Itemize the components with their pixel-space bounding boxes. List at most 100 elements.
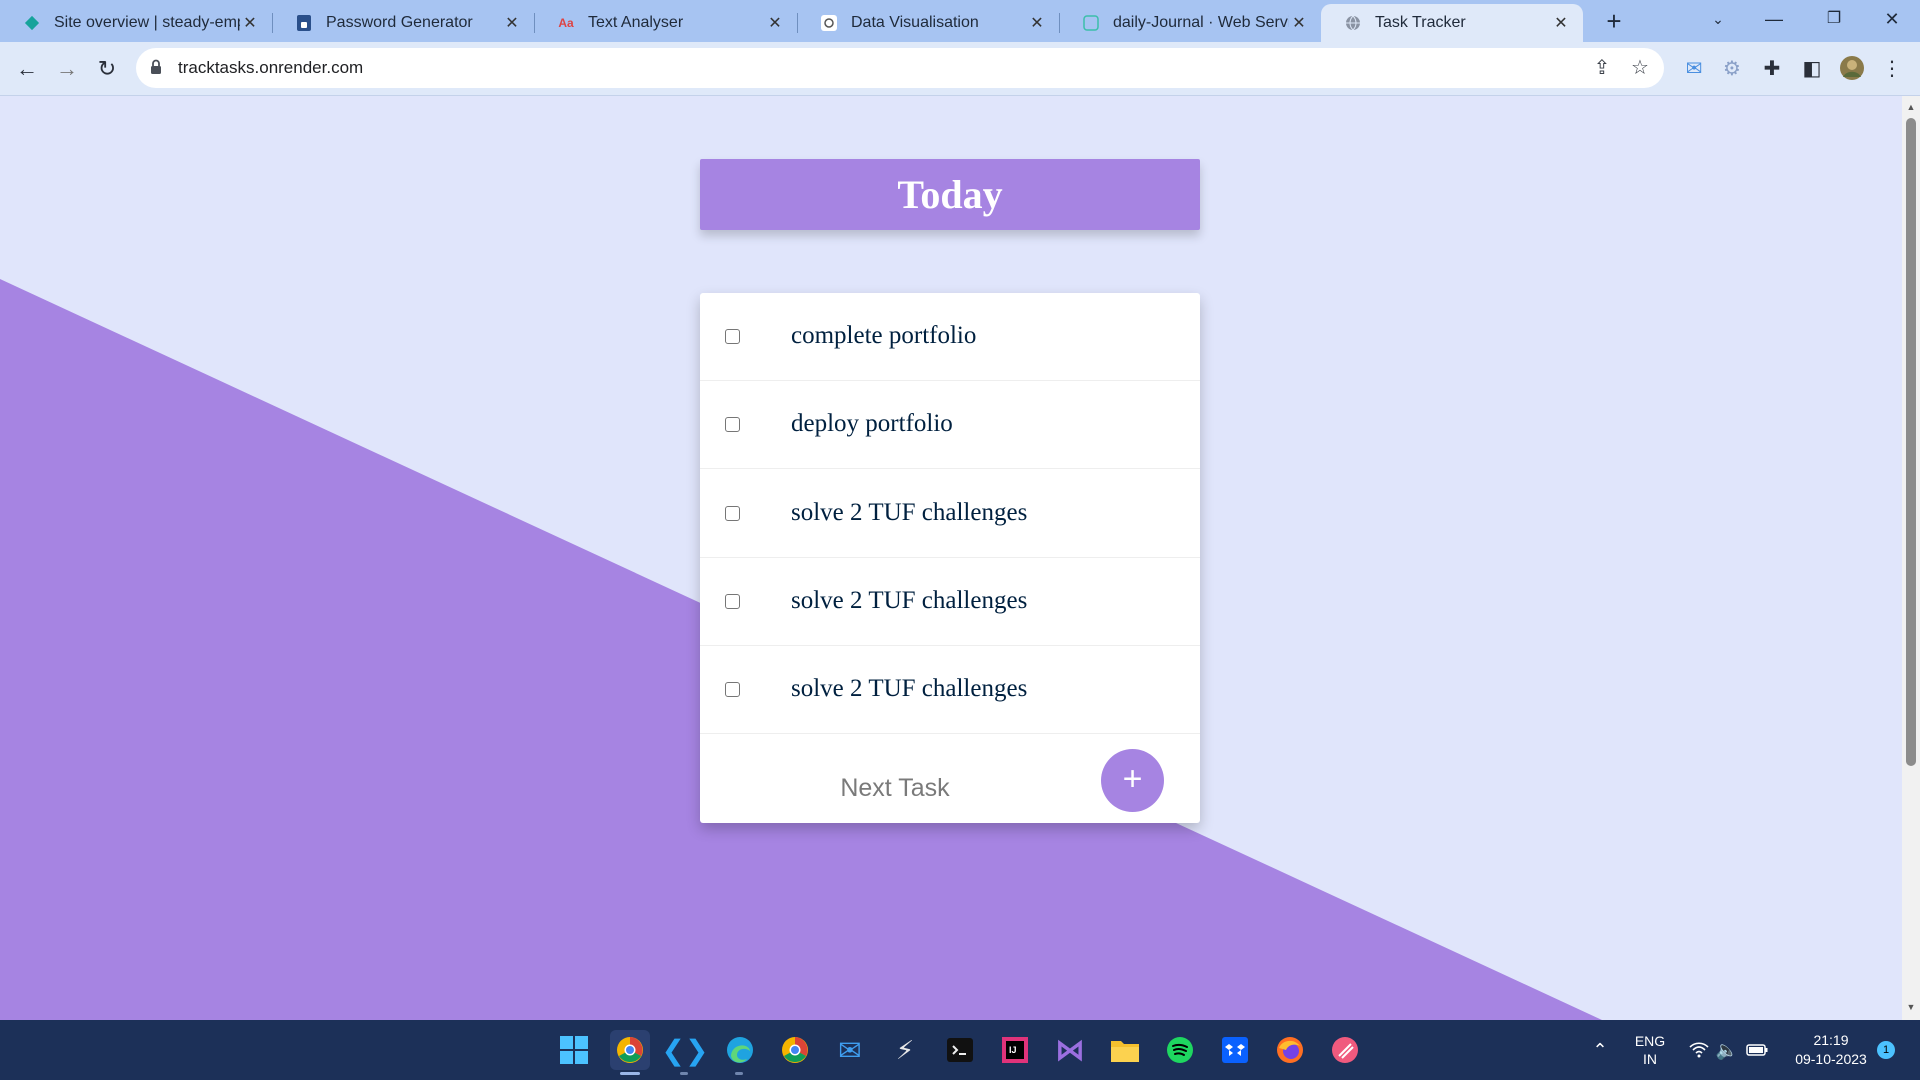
tab-title: Text Analyser bbox=[588, 14, 684, 31]
mail-extension-icon[interactable]: ✉ bbox=[1680, 55, 1708, 83]
firefox-icon[interactable] bbox=[1270, 1030, 1310, 1070]
clock-time: 21:19 bbox=[1813, 1032, 1849, 1048]
bookmark-star-icon[interactable]: ☆ bbox=[1626, 54, 1654, 82]
new-task-input[interactable] bbox=[755, 768, 1035, 808]
extension-icon[interactable]: ⚙ bbox=[1718, 55, 1746, 83]
dropbox-icon[interactable] bbox=[1215, 1030, 1255, 1070]
task-item: solve 2 TUF challenges bbox=[700, 646, 1200, 734]
side-panel-icon[interactable]: ◧ bbox=[1798, 55, 1826, 83]
tab-title: Password Generator bbox=[326, 14, 473, 31]
region-text: IN bbox=[1643, 1051, 1657, 1067]
task-checkbox[interactable] bbox=[725, 329, 740, 344]
chrome-icon[interactable] bbox=[775, 1030, 815, 1070]
vscode-icon[interactable]: ❮❯ bbox=[662, 1030, 709, 1070]
close-icon[interactable]: ✕ bbox=[502, 13, 522, 33]
edge-icon[interactable] bbox=[720, 1030, 760, 1070]
visual-studio-icon[interactable]: ⋈ bbox=[1050, 1030, 1090, 1070]
task-checkbox[interactable] bbox=[725, 594, 740, 609]
restore-icon[interactable]: ❐ bbox=[1806, 0, 1862, 40]
netlify-icon bbox=[22, 13, 42, 33]
forward-icon[interactable]: → bbox=[48, 50, 86, 88]
running-indicator bbox=[680, 1072, 688, 1075]
running-indicator bbox=[620, 1072, 640, 1075]
share-icon[interactable]: ⇪ bbox=[1588, 54, 1616, 82]
browser-toolbar: ← → ↻ tracktasks.onrender.com ⇪ ☆ ✉ ⚙ ✚ … bbox=[0, 42, 1920, 96]
minimize-icon[interactable]: — bbox=[1746, 0, 1802, 40]
lock-icon bbox=[151, 59, 161, 74]
file-explorer-icon[interactable] bbox=[1105, 1030, 1145, 1070]
address-bar[interactable]: tracktasks.onrender.com ⇪ ☆ bbox=[136, 48, 1664, 88]
lock-icon bbox=[294, 13, 314, 33]
scrollbar-thumb[interactable] bbox=[1906, 118, 1916, 766]
close-icon[interactable]: ✕ bbox=[1289, 13, 1309, 33]
volume-icon[interactable]: 🔈 bbox=[1714, 1020, 1740, 1080]
scroll-down-icon[interactable]: ▼ bbox=[1902, 1002, 1920, 1012]
tray-chevron-icon[interactable]: ⌃ bbox=[1586, 1020, 1614, 1080]
mail-icon[interactable]: ✉ bbox=[830, 1030, 870, 1070]
data-vis-icon bbox=[819, 13, 839, 33]
tab-title: Data Visualisation bbox=[851, 14, 979, 31]
task-label: solve 2 TUF challenges bbox=[791, 587, 1028, 614]
battery-icon[interactable] bbox=[1742, 1020, 1772, 1080]
chrome-canary-icon[interactable] bbox=[610, 1030, 650, 1070]
task-label: solve 2 TUF challenges bbox=[791, 675, 1028, 702]
task-label: deploy portfolio bbox=[791, 410, 953, 437]
close-icon[interactable]: ✕ bbox=[765, 13, 785, 33]
notification-count: 1 bbox=[1877, 1041, 1895, 1059]
tab-task-tracker[interactable]: Task Tracker ✕ bbox=[1321, 4, 1583, 42]
task-checkbox[interactable] bbox=[725, 506, 740, 521]
close-icon[interactable]: ✕ bbox=[1027, 13, 1047, 33]
spotify-icon[interactable] bbox=[1160, 1030, 1200, 1070]
scroll-up-icon[interactable]: ▲ bbox=[1902, 102, 1920, 112]
tab-title: daily-Journal · Web Servic bbox=[1113, 14, 1289, 31]
task-checkbox[interactable] bbox=[725, 417, 740, 432]
tab-title: Site overview | steady-emp bbox=[54, 14, 240, 31]
terminal-icon[interactable] bbox=[940, 1030, 980, 1070]
task-item: deploy portfolio bbox=[700, 381, 1200, 469]
task-checkbox[interactable] bbox=[725, 682, 740, 697]
close-icon[interactable]: ✕ bbox=[1551, 13, 1571, 33]
language-text: ENG bbox=[1634, 1033, 1666, 1049]
avatar[interactable] bbox=[1838, 55, 1866, 83]
tab-site-overview[interactable]: Site overview | steady-emp ✕ bbox=[0, 4, 273, 42]
page-viewport: Today complete portfolio deploy portfoli… bbox=[0, 96, 1902, 1020]
notification-badge[interactable]: 1 bbox=[1874, 1020, 1898, 1080]
close-icon[interactable]: ✕ bbox=[240, 13, 260, 33]
tab-strip: Site overview | steady-emp ✕ Password Ge… bbox=[0, 0, 1920, 42]
task-label: solve 2 TUF challenges bbox=[791, 499, 1028, 526]
language-indicator[interactable]: ENG IN bbox=[1626, 1020, 1674, 1080]
heading-box: Today bbox=[700, 159, 1200, 230]
task-label: complete portfolio bbox=[791, 322, 977, 349]
url-text: tracktasks.onrender.com bbox=[178, 58, 364, 77]
tab-data-visualisation[interactable]: Data Visualisation ✕ bbox=[797, 4, 1060, 42]
render-icon bbox=[1081, 13, 1101, 33]
wifi-icon[interactable] bbox=[1686, 1020, 1712, 1080]
window-close-icon[interactable]: ✕ bbox=[1864, 0, 1920, 40]
task-item: solve 2 TUF challenges bbox=[700, 470, 1200, 558]
task-item: solve 2 TUF challenges bbox=[700, 558, 1200, 646]
tab-daily-journal[interactable]: daily-Journal · Web Servic ✕ bbox=[1059, 4, 1321, 42]
svg-text:IJ: IJ bbox=[1009, 1045, 1017, 1055]
page-scrollbar[interactable]: ▲ ▼ bbox=[1902, 96, 1920, 1020]
menu-icon[interactable]: ⋮ bbox=[1878, 55, 1906, 83]
new-tab-button[interactable]: + bbox=[1597, 4, 1631, 38]
tab-password-generator[interactable]: Password Generator ✕ bbox=[272, 4, 535, 42]
tab-text-analyser[interactable]: Aa Text Analyser ✕ bbox=[534, 4, 798, 42]
clock[interactable]: 21:19 09-10-2023 bbox=[1784, 1020, 1878, 1080]
windows-taskbar: ❮❯ ✉ ⚡ IJ ⋈ ⌃ ENG IN 🔈 21:19 09-10-2023 … bbox=[0, 1020, 1920, 1080]
globe-icon bbox=[1343, 13, 1363, 33]
reload-icon[interactable]: ↻ bbox=[88, 50, 126, 88]
add-task-button[interactable]: + bbox=[1101, 749, 1164, 812]
windows-start-icon[interactable] bbox=[554, 1030, 594, 1070]
task-list: complete portfolio deploy portfolio solv… bbox=[700, 293, 1200, 823]
clock-date: 09-10-2023 bbox=[1795, 1051, 1867, 1067]
intellij-icon[interactable]: IJ bbox=[995, 1030, 1035, 1070]
tab-title: Task Tracker bbox=[1375, 14, 1466, 31]
back-icon[interactable]: ← bbox=[8, 50, 46, 88]
app-icon[interactable] bbox=[1325, 1030, 1365, 1070]
puzzle-icon[interactable]: ✚ bbox=[1758, 55, 1786, 83]
task-item: complete portfolio bbox=[700, 293, 1200, 381]
page-title: Today bbox=[897, 172, 1003, 217]
tab-search-icon[interactable]: ⌄ bbox=[1690, 0, 1746, 40]
git-icon[interactable]: ⚡ bbox=[885, 1030, 925, 1070]
